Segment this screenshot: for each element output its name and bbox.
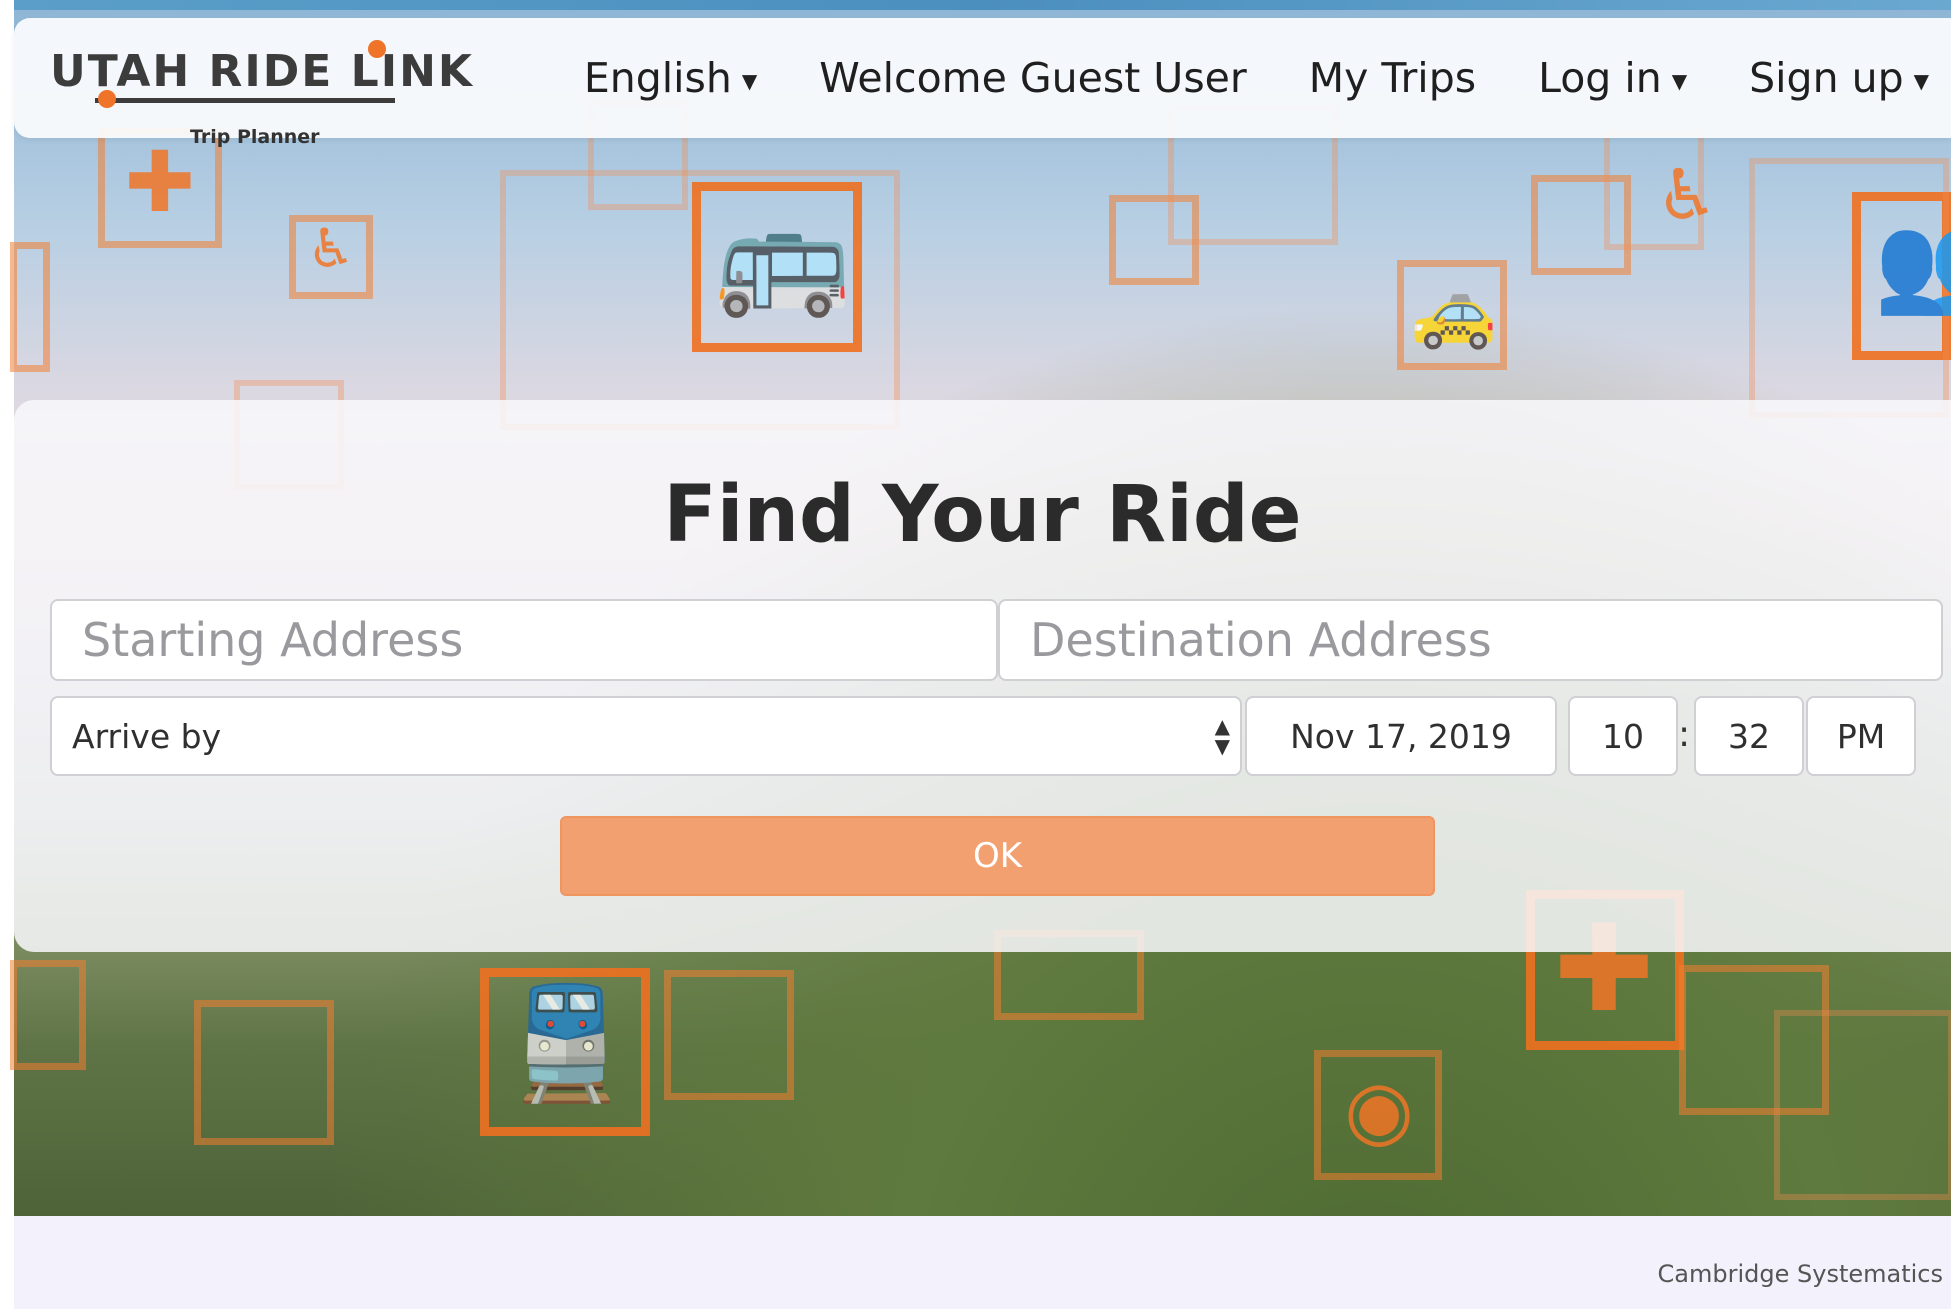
navbar: UTAH RIDE LINK Trip Planner English ▼ We… — [14, 18, 1951, 148]
date-value: Nov 17, 2019 — [1290, 716, 1512, 756]
nav-welcome-label: Welcome Guest User — [819, 54, 1247, 102]
time-separator: : — [1678, 714, 1691, 755]
date-field[interactable]: Nov 17, 2019 — [1245, 696, 1557, 776]
deco-square — [289, 215, 373, 299]
deco-square — [1314, 1050, 1442, 1180]
bus-icon: 🚌 — [714, 193, 851, 321]
logo[interactable]: UTAH RIDE LINK Trip Planner — [50, 38, 472, 148]
hour-value: 10 — [1602, 716, 1644, 756]
deco-square — [1774, 1010, 1951, 1200]
wheelchair-icon: ♿ — [1655, 154, 1719, 236]
destination-address-input[interactable] — [998, 599, 1943, 681]
logo-subtitle: Trip Planner — [190, 126, 320, 148]
nav-language-label: English — [583, 54, 732, 102]
nav-login-label: Log in — [1538, 54, 1662, 102]
ride-share-icon: ◉ — [1344, 1063, 1414, 1156]
ampm-value: PM — [1836, 716, 1886, 756]
train-icon: 🚆 — [498, 979, 635, 1107]
deco-square — [1109, 195, 1199, 285]
nav-login-dropdown[interactable]: Log in ▼ — [1538, 54, 1687, 102]
plus-icon: ✚ — [124, 133, 196, 231]
select-arrows-icon: ▲ ▼ — [1214, 714, 1230, 758]
group-icon: 👥 — [1874, 207, 1951, 319]
starting-address-input[interactable] — [50, 599, 998, 681]
ampm-field[interactable]: PM — [1806, 696, 1916, 776]
page: ✚ ♿ 🚌 🚕 ♿ 👥 🚆 ✚ ◉ UTAH RIDE LINK Trip Pl… — [0, 0, 1951, 1309]
deco-square — [1604, 130, 1704, 250]
minute-value: 32 — [1728, 716, 1770, 756]
logo-route-line — [95, 98, 395, 103]
deco-square — [1852, 192, 1951, 360]
arrive-depart-value: Arrive by — [72, 716, 222, 756]
deco-square — [480, 968, 650, 1136]
deco-square — [500, 170, 900, 430]
minute-field[interactable]: 32 — [1694, 696, 1804, 776]
footer: Cambridge Systematics — [14, 1216, 1951, 1309]
logo-text: UTAH RIDE LINK — [50, 46, 474, 97]
nav-welcome-user[interactable]: Welcome Guest User — [819, 54, 1246, 102]
nav-signup-label: Sign up — [1749, 54, 1904, 102]
nav-my-trips[interactable]: My Trips — [1309, 54, 1476, 102]
nav-my-trips-label: My Trips — [1308, 54, 1477, 102]
nav-menu: English ▼ Welcome Guest User My Trips Lo… — [584, 18, 1929, 138]
wheelchair-icon: ♿ — [306, 217, 356, 280]
caret-down-icon: ▼ — [1671, 69, 1688, 93]
deco-square — [194, 1000, 334, 1145]
page-title: Find Your Ride — [663, 470, 1302, 560]
deco-square — [1749, 158, 1949, 418]
hour-field[interactable]: 10 — [1568, 696, 1678, 776]
deco-square — [692, 182, 862, 352]
deco-square — [664, 970, 794, 1100]
nav-language-dropdown[interactable]: English ▼ — [584, 54, 757, 102]
footer-credit: Cambridge Systematics — [1657, 1260, 1943, 1288]
deco-square — [1397, 260, 1507, 370]
deco-square — [10, 960, 86, 1070]
nav-signup-dropdown[interactable]: Sign up ▼ — [1749, 54, 1929, 102]
taxi-icon: 🚕 — [1410, 270, 1498, 352]
deco-square — [1531, 175, 1631, 275]
caret-down-icon: ▼ — [1913, 69, 1929, 93]
caret-down-icon: ▼ — [741, 69, 758, 93]
deco-square — [1679, 965, 1829, 1115]
arrive-depart-select[interactable]: Arrive by ▲ ▼ — [50, 696, 1242, 776]
deco-square — [10, 242, 50, 372]
ok-button[interactable]: OK — [560, 816, 1435, 896]
